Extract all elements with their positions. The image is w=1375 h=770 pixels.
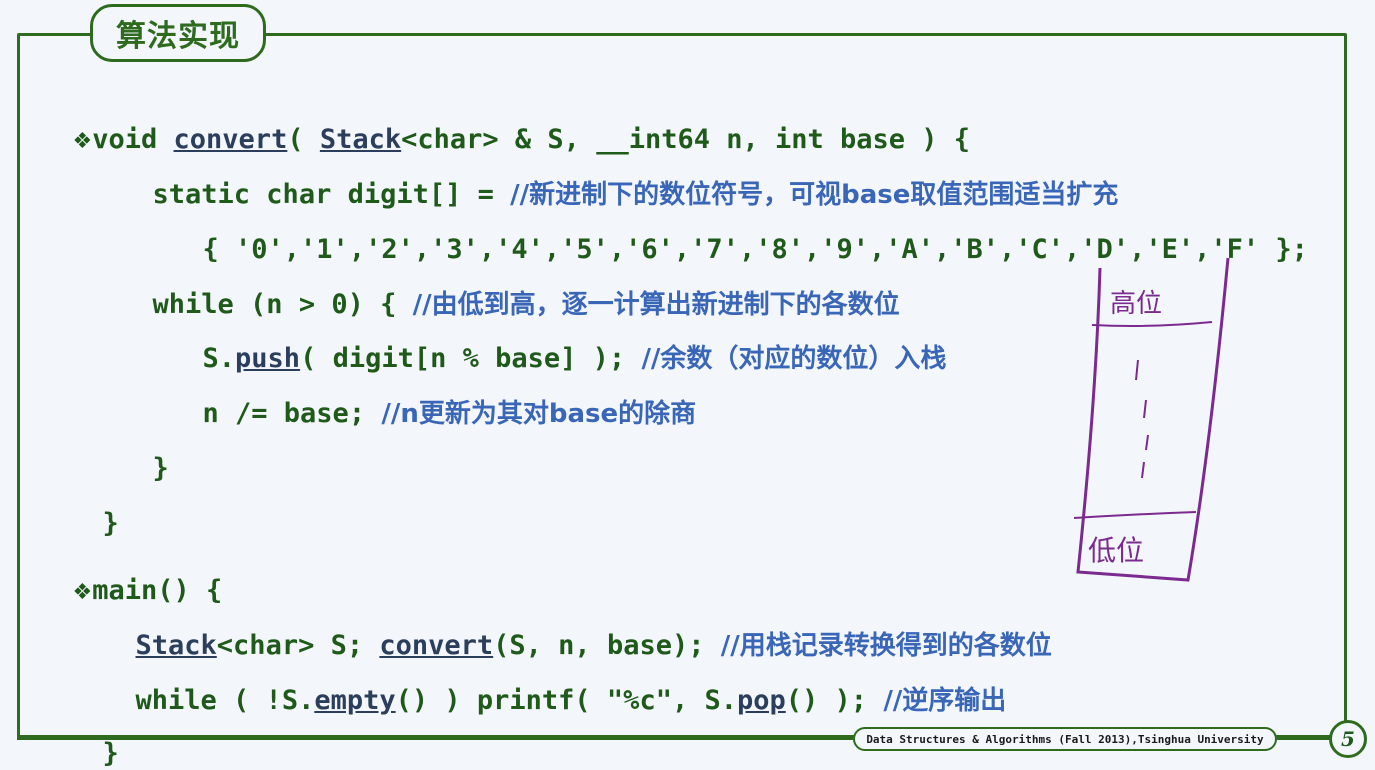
code-comment: //n更新为其对base的除商 xyxy=(381,399,697,429)
code-line-print-loop: while ( !S.empty() ) printf( "%c", S.pop… xyxy=(103,653,1007,716)
code-line-while: while (n > 0) { //由低到高，逐一计算出新进制下的各数位 xyxy=(120,257,900,320)
code-text: } xyxy=(102,508,119,539)
bullet-icon: ❖ xyxy=(72,580,93,605)
code-line-digit-decl: static char digit[] = //新进制下的数位符号，可视base… xyxy=(120,147,1119,210)
slide-title-tab: 算法实现 xyxy=(90,4,266,62)
footer-divider-right xyxy=(1277,737,1330,740)
code-text: n /= base; xyxy=(202,398,382,429)
code-line-close-while: } xyxy=(120,421,169,484)
code-line-signature: ❖void convert( Stack<char> & S, __int64 … xyxy=(40,92,971,155)
code-text: () ) printf( "%c", S. xyxy=(395,685,737,716)
stack-top-label: 高位 xyxy=(1110,289,1162,319)
code-line-main: ❖main() { xyxy=(40,543,223,606)
code-text: } xyxy=(102,738,119,769)
code-line-digit-values: { '0','1','2','3','4','5','6','7','8','9… xyxy=(170,202,1308,265)
footer-divider-left xyxy=(17,737,853,740)
footer-text: Data Structures & Algorithms (Fall 2013)… xyxy=(866,732,1264,746)
code-function-pop: pop xyxy=(736,685,786,716)
stack-bottom-divider xyxy=(1073,511,1197,519)
code-line-close-main: } xyxy=(70,706,119,769)
page-number-badge: 5 xyxy=(1329,720,1367,758)
code-line-close-function: } xyxy=(70,476,119,539)
stack-top-divider xyxy=(1091,321,1213,327)
code-line-push: S.push( digit[n % base] ); //余数（对应的数位）入栈 xyxy=(170,311,947,374)
code-function-empty: empty xyxy=(314,685,396,716)
code-text: () ); xyxy=(785,685,884,716)
slide-title: 算法实现 xyxy=(116,19,240,54)
code-text: while ( !S. xyxy=(135,685,315,716)
code-line-divide: n /= base; //n更新为其对base的除商 xyxy=(170,366,697,429)
stack-sketch: 高位 低位 xyxy=(1073,257,1230,582)
bullet-icon: ❖ xyxy=(72,129,93,154)
code-comment: //逆序输出 xyxy=(883,686,1007,716)
code-line-convert-call: Stack<char> S; convert(S, n, base); //用栈… xyxy=(103,598,1052,661)
stack-ellipsis xyxy=(1135,359,1149,479)
code-text: } xyxy=(152,453,169,484)
page-number: 5 xyxy=(1341,727,1355,751)
footer-banner: Data Structures & Algorithms (Fall 2013)… xyxy=(853,727,1277,751)
stack-bottom-label: 低位 xyxy=(1088,534,1144,567)
